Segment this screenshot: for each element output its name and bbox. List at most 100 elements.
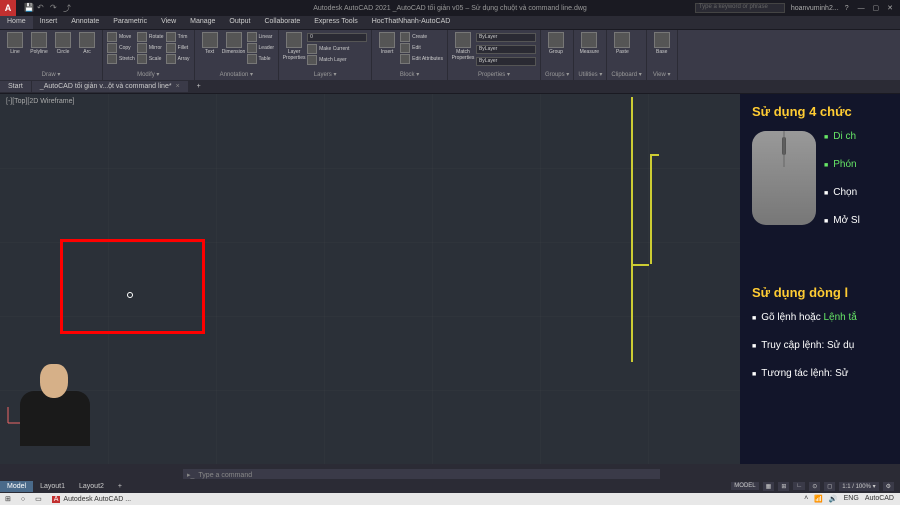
viewport-label[interactable]: [-][Top][2D Wireframe] [6,98,74,105]
new-tab-button[interactable]: + [189,81,209,92]
tool-circle[interactable]: Circle [52,32,74,55]
linetype-combo[interactable]: ByLayer [476,57,536,66]
tool-match-props[interactable]: Match Properties [452,32,474,61]
tab-express[interactable]: Express Tools [307,16,364,29]
qat-save-icon[interactable]: 💾 [24,3,34,13]
tab-annotate[interactable]: Annotate [64,16,106,29]
panel-label[interactable]: Layers ▾ [283,70,367,78]
layout-tab-1[interactable]: Layout1 [33,481,72,492]
help-icon[interactable]: ? [845,5,849,12]
presenter-video [10,346,100,446]
minimize-icon[interactable]: — [855,5,868,12]
doc-tab-start[interactable]: Start [0,81,31,92]
tool-measure[interactable]: Measure [578,32,600,55]
tab-output[interactable]: Output [222,16,257,29]
tray-network-icon[interactable]: 📶 [814,495,823,503]
tool-edit-attrib[interactable]: Edit Attributes [400,54,443,64]
tool-insert-block[interactable]: Insert [376,32,398,55]
panel-label[interactable]: Block ▾ [376,70,443,78]
tab-collaborate[interactable]: Collaborate [257,16,307,29]
tool-copy[interactable]: Copy [107,43,131,53]
app-logo-icon[interactable]: A [0,0,16,16]
tray-lang[interactable]: ENG [844,495,859,503]
panel-label[interactable]: Modify ▾ [107,70,190,78]
tab-view[interactable]: View [154,16,183,29]
drawing-line [631,97,633,362]
annotation-red-box [60,239,205,334]
slide-bullet: Tương tác lệnh: Sử [752,368,900,382]
ribbon: Line Polyline Circle Arc Draw ▾ Move Cop… [0,30,900,80]
tool-rotate[interactable]: Rotate [137,32,164,42]
search-input[interactable]: Type a keyword or phrase [695,3,785,13]
tool-mirror[interactable]: Mirror [137,43,162,53]
tool-stretch[interactable]: Stretch [107,54,135,64]
close-icon[interactable]: ✕ [884,5,896,12]
taskbar-app[interactable]: AAutodesk AutoCAD ... [47,496,136,503]
tab-parametric[interactable]: Parametric [106,16,154,29]
panel-utilities: Measure Utilities ▾ [574,30,607,80]
panel-label[interactable]: Annotation ▾ [199,70,275,78]
tool-arc[interactable]: Arc [76,32,98,55]
panel-block: Insert Create Edit Edit Attributes Block… [372,30,448,80]
qat-undo-icon[interactable]: ↶ [37,3,47,13]
drawing-line [631,264,649,266]
tool-paste[interactable]: Paste [611,32,633,55]
tool-linear[interactable]: Linear [247,32,273,42]
tool-trim[interactable]: Trim [166,32,188,42]
panel-label[interactable]: Utilities ▾ [578,70,602,78]
qat-share-icon[interactable]: ⤴ [63,3,73,13]
color-combo[interactable]: ByLayer [476,33,536,42]
user-menu[interactable]: hoanvuminh2... [791,5,839,12]
tool-dimension[interactable]: Dimension [223,32,245,55]
tool-base[interactable]: Base [651,32,673,55]
layer-combo[interactable]: 0 [307,33,367,42]
panel-label[interactable]: Draw ▾ [4,70,98,78]
tool-match-layer[interactable]: Match Layer [307,55,347,65]
tool-text[interactable]: Text [199,32,221,55]
tab-insert[interactable]: Insert [33,16,65,29]
tool-polyline[interactable]: Polyline [28,32,50,55]
tool-array[interactable]: Array [166,54,190,64]
layout-tab-model[interactable]: Model [0,481,33,492]
tab-home[interactable]: Home [0,16,33,29]
taskview-icon[interactable]: ▭ [30,495,47,503]
maximize-icon[interactable]: ▢ [870,5,883,12]
tab-manage[interactable]: Manage [183,16,222,29]
tool-layer-props[interactable]: Layer Properties [283,32,305,61]
tray-volume-icon[interactable]: 🔊 [829,495,838,503]
command-input[interactable]: Type a command [198,472,252,479]
panel-label[interactable]: View ▾ [651,70,673,78]
slide-bullet: Truy cập lệnh: Sử dụ [752,340,900,354]
tool-scale[interactable]: Scale [137,54,162,64]
tool-table[interactable]: Table [247,54,271,64]
doc-tab-current[interactable]: _AutoCAD tối giản v...ột và command line… [32,81,188,92]
tool-make-current[interactable]: Make Current [307,44,349,54]
tool-fillet[interactable]: Fillet [166,43,189,53]
drawing-canvas[interactable]: [-][Top][2D Wireframe] Sử dụng 4 chức Di… [0,94,900,464]
panel-label[interactable]: Clipboard ▾ [611,70,641,78]
panel-properties: Match Properties ByLayer ByLayer ByLayer… [448,30,541,80]
panel-clipboard: Paste Clipboard ▾ [607,30,646,80]
panel-label[interactable]: Properties ▾ [452,70,536,78]
tray-chevron-icon[interactable]: ˄ [804,495,808,503]
tool-create-block[interactable]: Create [400,32,427,42]
panel-layers: Layer Properties 0 Make Current Match La… [279,30,372,80]
tool-leader[interactable]: Leader [247,43,275,53]
windows-taskbar: ⊞ ○ ▭ AAutodesk AutoCAD ... ˄ 📶 🔊 ENG Au… [0,493,900,505]
start-button[interactable]: ⊞ [0,495,16,503]
cortana-icon[interactable]: ○ [16,496,30,503]
panel-label[interactable]: Groups ▾ [545,70,569,78]
tool-move[interactable]: Move [107,32,131,42]
qat-redo-icon[interactable]: ↷ [50,3,60,13]
tool-line[interactable]: Line [4,32,26,55]
lineweight-combo[interactable]: ByLayer [476,45,536,54]
drawing-line [650,154,652,264]
tab-custom[interactable]: HocThatNhanh-AutoCAD [365,16,458,29]
layout-tab-2[interactable]: Layout2 [72,481,111,492]
tool-group[interactable]: Group [545,32,567,55]
drawing-line [650,154,659,156]
layout-tab-add[interactable]: + [111,481,129,492]
close-tab-icon[interactable]: × [176,83,180,90]
window-title: Autodesk AutoCAD 2021 _AutoCAD tối giản … [313,5,587,12]
tool-edit-block[interactable]: Edit [400,43,421,53]
